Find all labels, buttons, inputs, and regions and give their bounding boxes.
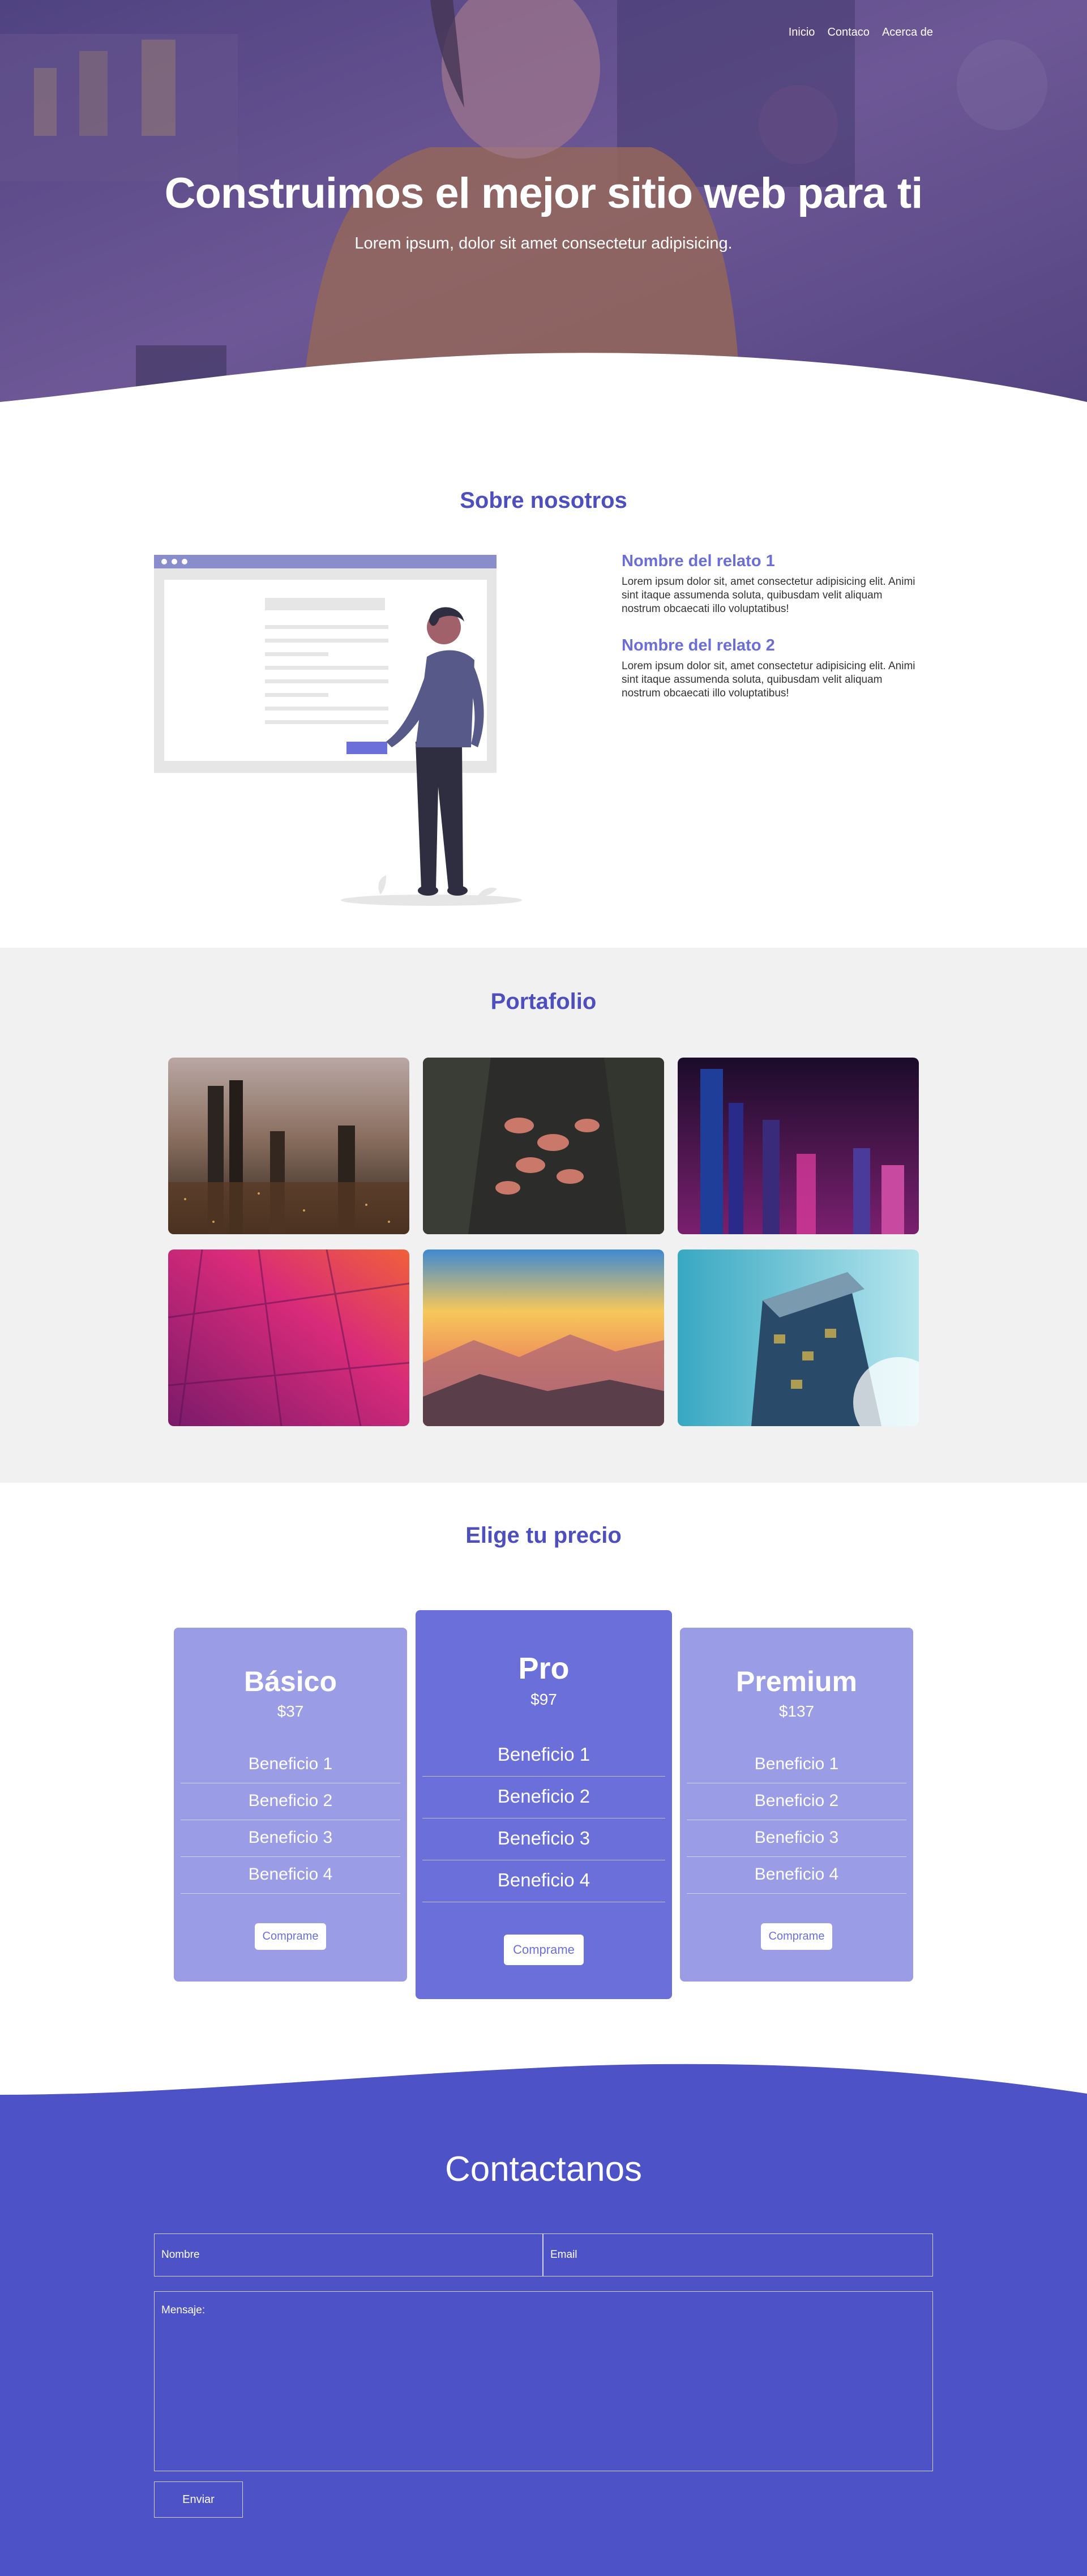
email-field[interactable] [543,2233,933,2277]
portfolio-image-magenta-facade[interactable] [168,1250,409,1426]
buy-button-basico[interactable]: Comprame [254,1923,327,1950]
about-title: Sobre nosotros [460,488,627,513]
story-item: Nombre del relato 1 Lorem ipsum dolor si… [622,552,916,616]
message-field[interactable] [154,2291,933,2471]
hero-wave-divider [0,353,1087,419]
main-nav: Inicio Contaco Acerca de [789,26,933,39]
send-button[interactable]: Enviar [154,2481,243,2518]
nav-link-acerca-de[interactable]: Acerca de [882,26,933,39]
hero-subtitle: Lorem ipsum, dolor sit amet consectetur … [354,234,733,253]
presentation-illustration [154,555,522,906]
benefit-item: Beneficio 3 [181,1820,400,1857]
benefit-item: Beneficio 1 [422,1735,665,1777]
portfolio-image-skyscrapers-night[interactable] [678,1058,919,1234]
story-text: Lorem ipsum dolor sit, amet consectetur … [622,660,915,699]
benefit-item: Beneficio 4 [422,1860,665,1902]
plan-name: Premium [736,1666,857,1697]
plan-name: Básico [244,1666,337,1697]
buy-button-premium[interactable]: Comprame [760,1923,833,1950]
benefits-list: Beneficio 1 Beneficio 2 Beneficio 3 Bene… [181,1747,400,1894]
nav-link-contacto[interactable]: Contaco [827,26,870,39]
plan-price: $97 [530,1691,557,1708]
benefit-item: Beneficio 3 [422,1818,665,1860]
contact-title: Contactanos [444,2150,643,2189]
benefit-item: Beneficio 1 [181,1747,400,1783]
plan-card-premium: Premium $137 Beneficio 1 Beneficio 2 Ben… [680,1628,913,1982]
portfolio-title: Portafolio [490,989,597,1014]
story-item: Nombre del relato 2 Lorem ipsum dolor si… [622,636,916,700]
portfolio-image-flamingos[interactable] [423,1058,664,1234]
benefit-item: Beneficio 1 [687,1747,906,1783]
story-text: Lorem ipsum dolor sit, amet consectetur … [622,576,915,615]
story-title: Nombre del relato 1 [622,552,775,570]
benefits-list: Beneficio 1 Beneficio 2 Beneficio 3 Bene… [422,1735,665,1902]
benefit-item: Beneficio 3 [687,1820,906,1857]
contact-section: Contactanos Enviar [0,2043,1087,2576]
contact-wave-divider [0,2043,1087,2095]
name-field[interactable] [154,2233,543,2277]
hero-title: Construimos el mejor sitio web para ti [164,169,923,217]
portfolio-image-glass-building[interactable] [678,1250,919,1426]
plan-name: Pro [518,1651,570,1685]
plan-card-basico: Básico $37 Beneficio 1 Beneficio 2 Benef… [174,1628,407,1982]
benefit-item: Beneficio 4 [687,1857,906,1894]
portfolio-image-city-night-aerial[interactable] [168,1058,409,1234]
benefits-list: Beneficio 1 Beneficio 2 Beneficio 3 Bene… [687,1747,906,1894]
portfolio-grid [168,1058,919,1426]
benefit-item: Beneficio 4 [181,1857,400,1894]
portfolio-image-mountain-sunset[interactable] [423,1250,664,1426]
benefit-item: Beneficio 2 [181,1783,400,1820]
plan-price: $37 [277,1702,304,1720]
stories-list: Nombre del relato 1 Lorem ipsum dolor si… [622,552,916,721]
plan-card-pro: Pro $97 Beneficio 1 Beneficio 2 Benefici… [416,1610,672,1999]
buy-button-pro[interactable]: Comprame [504,1935,584,1965]
hero: Inicio Contaco Acerca de Construimos el … [0,0,1087,419]
story-title: Nombre del relato 2 [622,636,775,654]
nav-link-inicio[interactable]: Inicio [789,26,815,39]
pricing-section: Elige tu precio Básico $37 Beneficio 1 B… [0,1483,1087,2049]
portfolio-section: Portafolio [0,948,1087,1483]
benefit-item: Beneficio 2 [687,1783,906,1820]
benefit-item: Beneficio 2 [422,1777,665,1818]
pricing-title: Elige tu precio [465,1523,622,1548]
plan-price: $137 [778,1702,815,1720]
